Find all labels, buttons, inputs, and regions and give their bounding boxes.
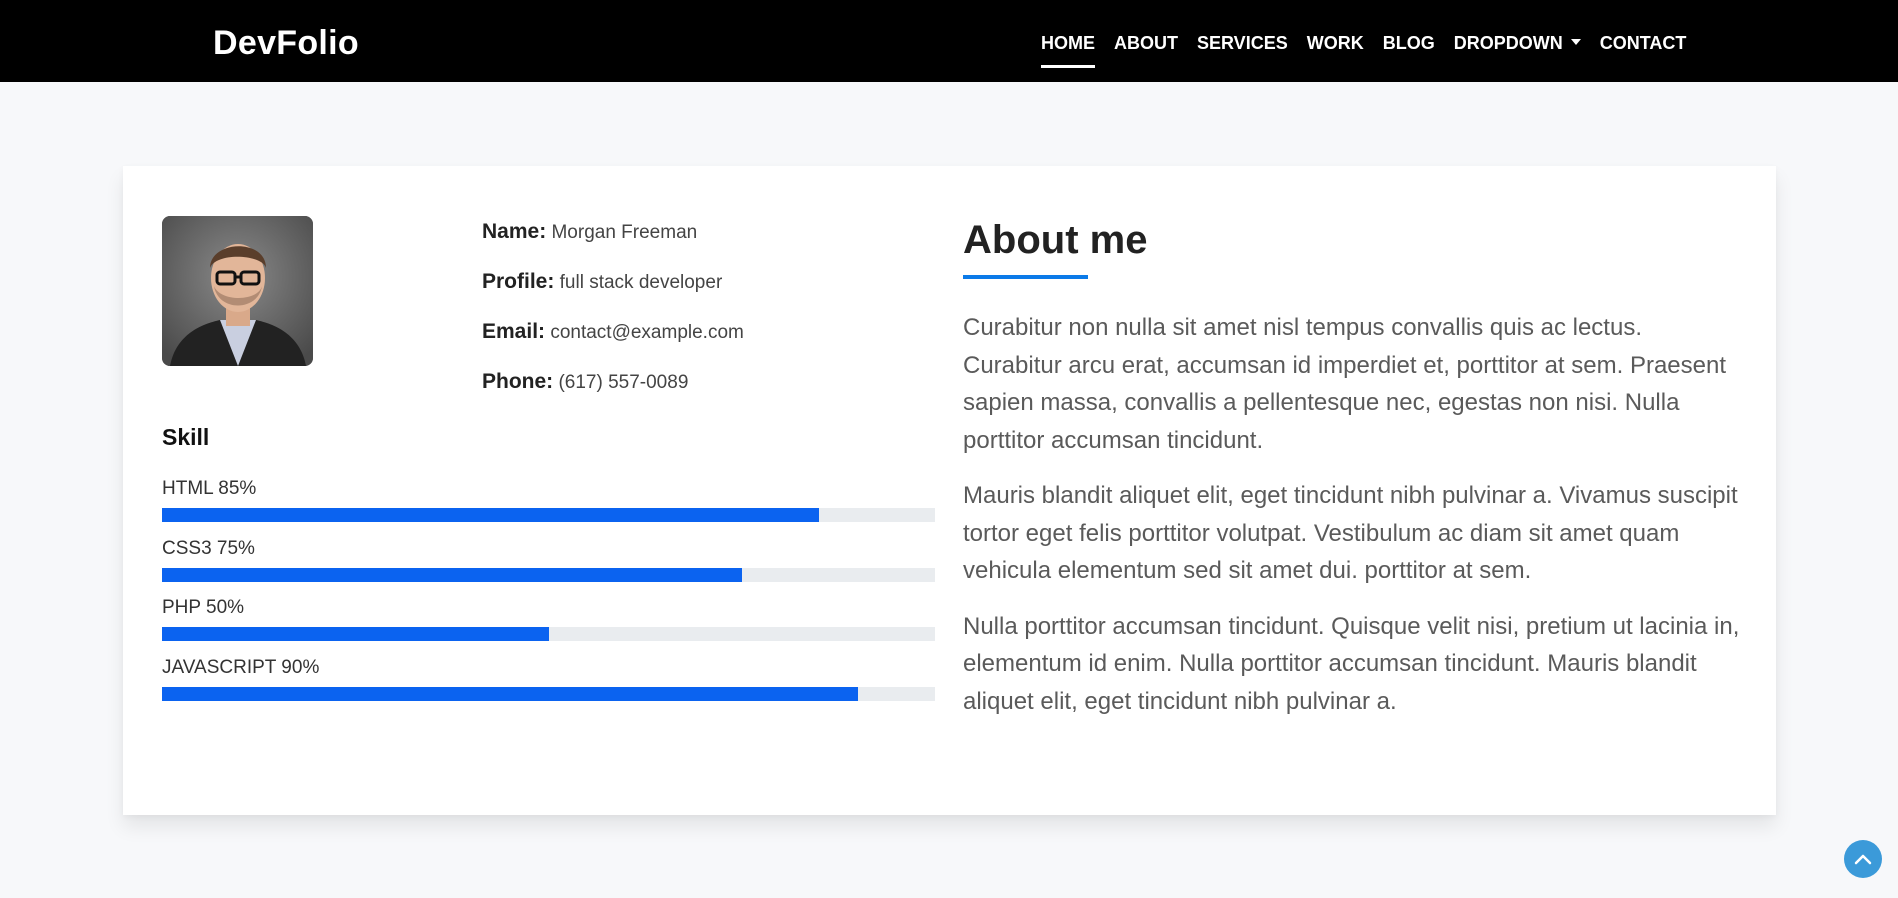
skill-progress-bar [162,686,935,701]
nav-blog-label: BLOG [1382,33,1435,53]
nav-about[interactable]: ABOUT [1114,33,1178,54]
nav-home-label: HOME [1041,33,1095,53]
skill-progress-bar [162,508,935,522]
nav-services-label: SERVICES [1197,33,1288,53]
profile-value: full stack developer [559,272,723,293]
caret-down-icon [1570,39,1581,45]
nav-home[interactable]: HOME [1041,33,1095,68]
back-to-top-button[interactable] [1844,840,1882,878]
profile-photo [162,216,313,366]
nav-about-label: ABOUT [1114,33,1178,53]
skill-list: HTML 85% CSS3 75% PHP 50% JAVASCRIPT 90% [162,478,935,716]
about-title: About me [963,218,1148,262]
skill-progress-fill [162,627,549,641]
person-portrait-icon [162,216,313,366]
skill-progress-fill [162,567,742,582]
name-key: Name: [482,220,547,243]
nav-contact-label: CONTACT [1599,33,1687,53]
nav-contact[interactable]: CONTACT [1600,33,1687,54]
chevron-up-icon [1854,854,1872,865]
about-card: Name: Morgan Freeman Profile: full stack… [123,166,1776,815]
skill-label: JAVASCRIPT 90% [162,656,320,678]
skill-progress-fill [162,508,820,522]
skill-item: JAVASCRIPT 90% [162,657,935,717]
email-key: Email: [482,320,546,343]
phone-value: (617) 557-0089 [558,372,689,393]
nav-work[interactable]: WORK [1307,33,1364,54]
skill-item: PHP 50% [162,597,935,657]
skill-label: HTML 85% [162,478,257,499]
profile-key: Profile: [482,270,555,293]
about-paragraph: Curabitur non nulla sit amet nisl tempus… [963,314,1726,454]
email-value: contact@example.com [550,322,744,343]
about-paragraph: Mauris blandit aliquet elit, eget tincid… [963,482,1738,584]
profile-name-row: Name: Morgan Freeman [482,218,744,268]
nav-services[interactable]: SERVICES [1197,33,1288,54]
skill-item: HTML 85% [162,478,935,538]
nav-dropdown[interactable]: DROPDOWN [1454,33,1581,54]
profile-role-row: Profile: full stack developer [482,268,744,318]
skill-progress-bar [162,627,935,641]
navbar: DevFolio HOME ABOUT SERVICES WORK BLOG D… [0,0,1898,82]
title-underline [963,275,1088,279]
profile-info: Name: Morgan Freeman Profile: full stack… [482,218,744,418]
skill-heading: Skill [162,424,210,450]
about-paragraph: Nulla porttitor accumsan tincidunt. Quis… [963,612,1740,715]
skill-progress-bar [162,567,935,582]
skill-item: CSS3 75% [162,538,935,598]
nav-work-label: WORK [1306,33,1364,53]
skill-label: CSS3 75% [162,537,255,559]
name-value: Morgan Freeman [551,222,698,243]
profile-email-row: Email: contact@example.com [482,318,744,368]
about-section: About me Curabitur non nulla sit amet ni… [963,216,1743,738]
nav-dropdown-label: DROPDOWN [1453,33,1563,53]
brand-logo[interactable]: DevFolio [213,24,359,63]
main-nav: HOME ABOUT SERVICES WORK BLOG DROPDOWN C… [1041,33,1705,68]
skill-label: PHP 50% [162,597,245,618]
skill-progress-fill [162,686,858,701]
phone-key: Phone: [482,370,554,393]
profile-phone-row: Phone: (617) 557-0089 [482,368,744,418]
nav-blog[interactable]: BLOG [1383,33,1435,54]
